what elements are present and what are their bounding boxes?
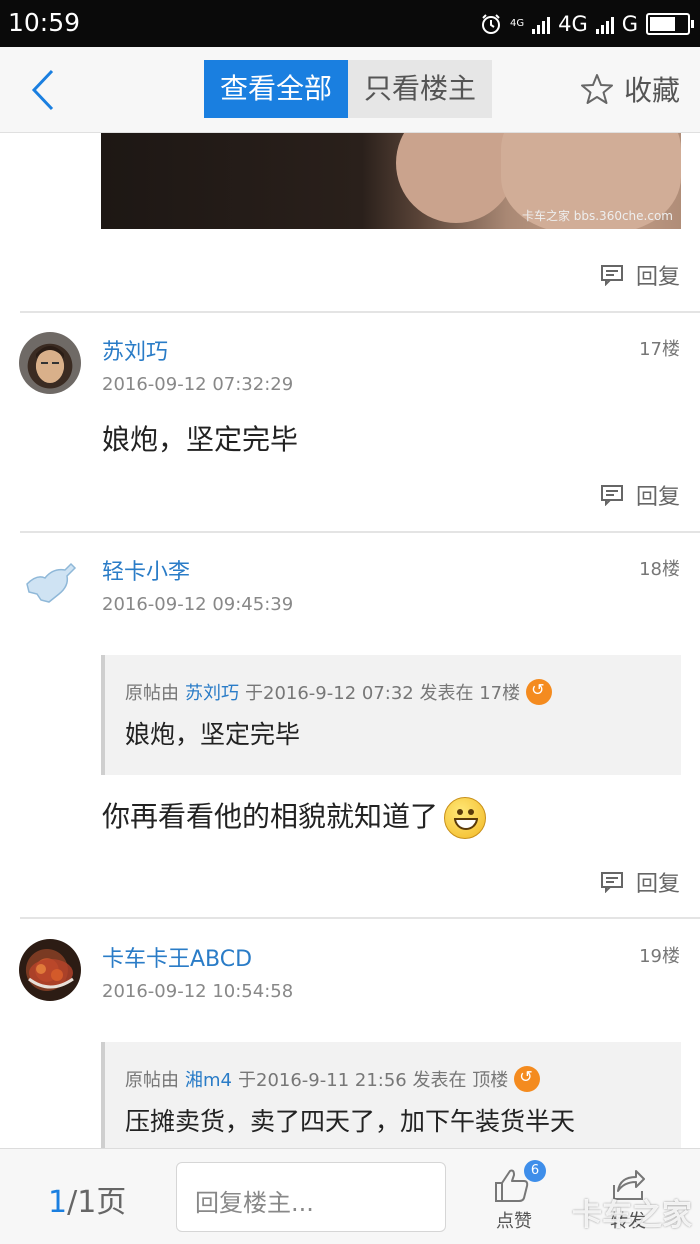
- quote-author[interactable]: 苏刘巧: [185, 679, 239, 705]
- favorite-label: 收藏: [623, 74, 680, 107]
- post-time: 2016-09-12 09:45:39: [102, 594, 294, 615]
- comment-icon: [600, 265, 623, 286]
- quote-author[interactable]: 湘m4: [185, 1066, 232, 1092]
- like-button[interactable]: 6 点赞: [488, 1157, 546, 1239]
- username[interactable]: 轻卡小李: [102, 554, 190, 586]
- view-filter-segment: 查看全部 只看楼主: [204, 60, 493, 118]
- status-bar: 10:59 4G 4G G: [0, 0, 700, 47]
- top-nav-bar: 查看全部 只看楼主 收藏: [0, 47, 700, 133]
- back-button[interactable]: [24, 65, 64, 115]
- avatar-face: [36, 346, 64, 383]
- quote-meta: 原帖由 苏刘巧 于2016-9-12 07:32 发表在 17楼: [125, 679, 661, 705]
- reply-button[interactable]: 回复: [600, 259, 680, 291]
- post-text-row: 你再看看他的相貌就知道了: [102, 795, 487, 839]
- username[interactable]: 卡车卡王ABCD: [102, 941, 252, 973]
- reply-button[interactable]: 回复: [600, 866, 680, 898]
- reply-button[interactable]: 回复: [600, 479, 680, 511]
- battery-icon: [646, 13, 694, 35]
- quote-prefix: 原帖由: [125, 1070, 179, 1091]
- post-time: 2016-09-12 10:54:58: [102, 981, 294, 1002]
- post-time: 2016-09-12 07:32:29: [102, 374, 294, 395]
- post-divider: [20, 311, 700, 313]
- grin-emoji-icon: [444, 797, 487, 839]
- quote-text: 娘炮，坚定完毕: [125, 720, 301, 749]
- status-time: 10:59: [8, 8, 81, 37]
- alarm-icon: [481, 14, 500, 34]
- like-label: 点赞: [496, 1211, 532, 1232]
- avatar-image: [26, 562, 77, 603]
- page-current: 1: [48, 1185, 68, 1220]
- quote-meta-text: 于2016-9-11 21:56 发表在 顶楼: [238, 1070, 509, 1091]
- reply-input[interactable]: 回复楼主...: [176, 1162, 446, 1232]
- like-count-badge: 6: [524, 1160, 546, 1182]
- username[interactable]: 苏刘巧: [102, 334, 168, 366]
- quote-block[interactable]: 原帖由 苏刘巧 于2016-9-12 07:32 发表在 17楼 娘炮，坚定完毕: [101, 655, 681, 775]
- reply-label: 回复: [635, 485, 680, 510]
- quote-text: 压摊卖货，卖了四天了，加下午装货半天: [125, 1107, 576, 1136]
- mini-4g-label: 4G: [509, 18, 525, 29]
- brand-watermark: 卡车之家: [572, 1198, 692, 1233]
- post-divider: [20, 917, 700, 919]
- page-total: /1页: [67, 1185, 127, 1220]
- quote-block[interactable]: 原帖由 湘m4 于2016-9-11 21:56 发表在 顶楼 压摊卖货，卖了四…: [101, 1042, 681, 1148]
- star-icon: [580, 74, 613, 104]
- reply-label: 回复: [635, 265, 680, 290]
- network-4g-label: 4G: [558, 12, 588, 36]
- favorite-button[interactable]: 收藏: [580, 69, 680, 109]
- quote-meta: 原帖由 湘m4 于2016-9-11 21:56 发表在 顶楼: [125, 1066, 661, 1092]
- jump-to-quote-icon[interactable]: [526, 679, 553, 705]
- status-icons: 4G 4G G: [480, 10, 694, 38]
- avatar-image: [28, 959, 74, 989]
- reply-placeholder: 回复楼主...: [195, 1189, 314, 1217]
- floor-number: 18楼: [639, 559, 680, 580]
- post-text: 娘炮，坚定完毕: [102, 423, 299, 456]
- reply-label: 回复: [635, 872, 680, 897]
- signal-icon: [532, 14, 551, 34]
- signal-icon-2: [595, 14, 614, 34]
- avatar[interactable]: [19, 939, 81, 1001]
- tab-view-all[interactable]: 查看全部: [204, 60, 349, 118]
- page-indicator[interactable]: 1/1页: [48, 1177, 126, 1221]
- comment-icon: [600, 872, 623, 893]
- bottom-action-bar: 1/1页 回复楼主... 6 点赞 转发 卡车之家: [0, 1148, 700, 1244]
- quote-prefix: 原帖由: [125, 683, 179, 704]
- chevron-left-icon: [31, 69, 54, 111]
- post-list[interactable]: 卡车之家 bbs.360che.com 回复 苏刘巧 17楼 2016-09-1…: [0, 133, 700, 1148]
- network-g-label: G: [621, 12, 638, 36]
- quote-meta-text: 于2016-9-12 07:32 发表在 17楼: [245, 683, 521, 704]
- floor-number: 17楼: [639, 339, 680, 360]
- avatar[interactable]: [19, 552, 81, 614]
- image-watermark: 卡车之家 bbs.360che.com: [521, 209, 673, 223]
- post-divider: [20, 531, 700, 533]
- avatar[interactable]: [19, 332, 81, 394]
- floor-number: 19楼: [639, 946, 680, 967]
- photo-detail: [396, 133, 516, 223]
- post-image[interactable]: 卡车之家 bbs.360che.com: [101, 133, 681, 229]
- comment-icon: [600, 485, 623, 506]
- tab-op-only[interactable]: 只看楼主: [348, 60, 493, 118]
- post-text: 你再看看他的相貌就知道了: [102, 800, 439, 833]
- jump-to-quote-icon[interactable]: [514, 1066, 541, 1092]
